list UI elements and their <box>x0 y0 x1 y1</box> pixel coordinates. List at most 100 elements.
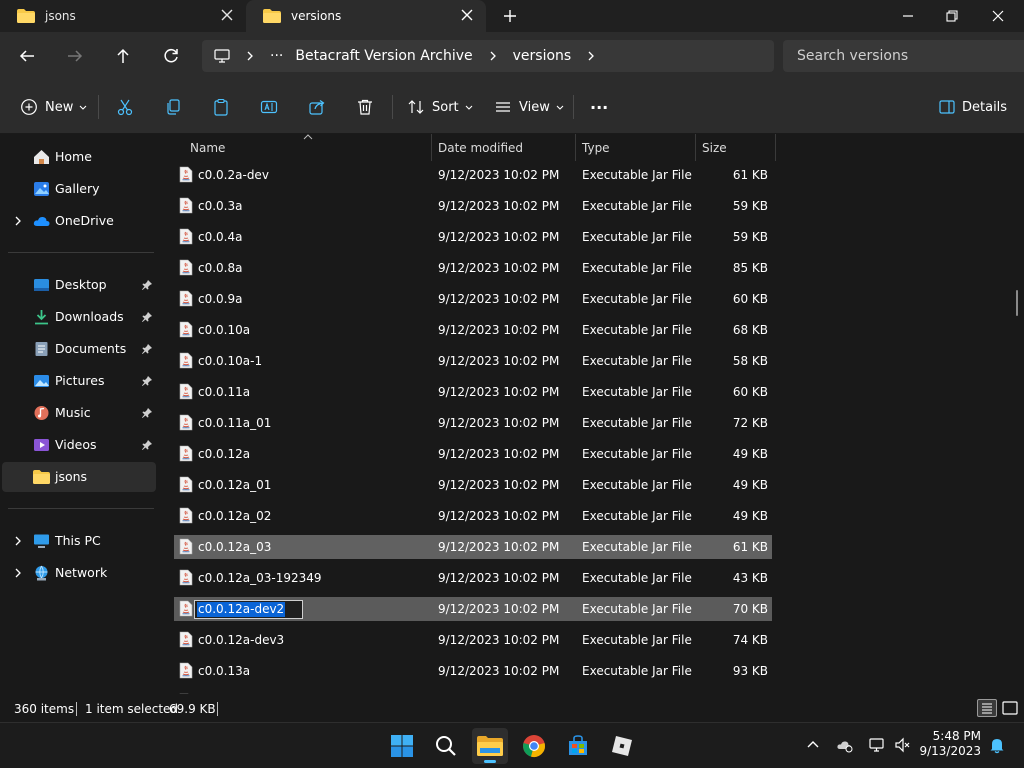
chevron-right-icon[interactable] <box>244 50 256 62</box>
sort-button[interactable]: Sort <box>407 95 474 119</box>
tiles-view-icon[interactable] <box>1001 699 1019 717</box>
file-row[interactable]: c0.0.12a_03 9/12/2023 10:02 PM Executable … <box>174 535 772 559</box>
search-button[interactable] <box>428 728 464 764</box>
restore-icon[interactable] <box>942 6 962 26</box>
pin-icon[interactable] <box>141 343 153 355</box>
file-row[interactable]: c0.0.13a 9/12/2023 10:02 PM Executable Jar… <box>174 659 772 683</box>
copy-button[interactable] <box>164 95 182 119</box>
taskbar-roblox[interactable] <box>604 728 640 764</box>
nav-item-onedrive[interactable]: OneDrive <box>2 206 156 236</box>
back-arrow-icon[interactable] <box>15 44 39 68</box>
details-button[interactable]: Details <box>939 95 1007 119</box>
close-window-icon[interactable] <box>988 6 1008 26</box>
pin-icon[interactable] <box>141 311 153 323</box>
file-row[interactable]: c0.0.11a 9/12/2023 10:02 PM Executable Jar… <box>174 380 772 404</box>
scrollbar-thumb[interactable] <box>1016 290 1018 316</box>
file-row[interactable]: c0.0.2a-dev 9/12/2023 10:02 PM Executable … <box>174 163 772 187</box>
pin-icon[interactable] <box>141 375 153 387</box>
network-tray-icon[interactable] <box>868 736 886 754</box>
notification-bell-icon[interactable] <box>988 736 1006 754</box>
address-row: ··· Betacraft Version Archive versions S… <box>0 32 1024 80</box>
more-options-button[interactable]: ··· <box>590 95 608 119</box>
chevron-right-icon[interactable] <box>585 50 597 62</box>
chevron-up-icon[interactable] <box>804 736 822 754</box>
cut-button[interactable] <box>116 95 134 119</box>
nav-item-videos[interactable]: Videos <box>2 430 156 460</box>
file-row[interactable]: c0.0.12a_03-192349 9/12/2023 10:02 PM Exec… <box>174 566 772 590</box>
file-date: 9/12/2023 10:02 PM <box>438 168 560 182</box>
tab-jsons[interactable]: jsons <box>0 0 246 32</box>
details-view-icon[interactable] <box>977 699 997 717</box>
start-button[interactable] <box>384 728 420 764</box>
column-header-type[interactable]: Type <box>576 134 696 161</box>
refresh-icon[interactable] <box>159 44 183 68</box>
file-date: 9/12/2023 10:02 PM <box>438 230 560 244</box>
nav-item-this-pc[interactable]: This PC <box>2 526 156 556</box>
taskbar-store[interactable] <box>560 728 596 764</box>
forward-arrow-icon[interactable] <box>63 44 87 68</box>
taskbar-file-explorer[interactable] <box>472 728 508 764</box>
chevron-right-icon[interactable] <box>12 215 24 227</box>
delete-button[interactable] <box>356 95 374 119</box>
new-button[interactable]: New <box>20 95 88 119</box>
close-tab-icon[interactable] <box>460 8 474 22</box>
pin-icon[interactable] <box>141 439 153 451</box>
chevron-right-icon[interactable] <box>487 50 499 62</box>
file-row[interactable]: c0.0.10a-1 9/12/2023 10:02 PM Executable J… <box>174 349 772 373</box>
up-arrow-icon[interactable] <box>111 44 135 68</box>
rename-button[interactable] <box>260 95 278 119</box>
file-row[interactable]: c0.0.9a 9/12/2023 10:02 PM Executable Jar … <box>174 287 772 311</box>
sort-icon <box>408 100 424 114</box>
breadcrumb-versions[interactable]: versions <box>513 48 572 64</box>
system-clock[interactable]: 5:48 PM 9/13/2023 <box>919 729 981 759</box>
nav-item-downloads[interactable]: Downloads <box>2 302 156 332</box>
file-list: Name Date modified Type Size c0.0.2a-dev… <box>160 134 1024 694</box>
nav-item-pictures[interactable]: Pictures <box>2 366 156 396</box>
file-row[interactable]: c0.0.12a-dev2 9/12/2023 10:02 PM Executabl… <box>174 597 772 621</box>
pin-icon[interactable] <box>141 279 153 291</box>
address-bar[interactable]: ··· Betacraft Version Archive versions <box>202 40 774 72</box>
file-row[interactable]: c0.0.11a_01 9/12/2023 10:02 PM Executable … <box>174 411 772 435</box>
file-row[interactable]: c0.0.10a 9/12/2023 10:02 PM Executable Jar… <box>174 318 772 342</box>
search-input[interactable]: Search versions <box>783 40 1024 72</box>
minimize-icon[interactable] <box>898 6 918 26</box>
java-jar-icon <box>179 321 193 338</box>
file-row[interactable]: c0.0.12a_01 9/12/2023 10:02 PM Executable … <box>174 473 772 497</box>
chevron-right-icon[interactable] <box>12 535 24 547</box>
cloud-icon <box>33 213 50 229</box>
file-row[interactable]: c0.0.3a 9/12/2023 10:02 PM Executable Jar … <box>174 194 772 218</box>
nav-item-network[interactable]: Network <box>2 558 156 588</box>
file-size: 85 KB <box>732 261 768 275</box>
pin-icon[interactable] <box>141 407 153 419</box>
volume-muted-icon[interactable] <box>894 736 912 754</box>
share-button[interactable] <box>308 95 326 119</box>
nav-item-desktop[interactable]: Desktop <box>2 270 156 300</box>
chevron-down-icon <box>465 105 473 110</box>
file-row[interactable]: c0.0.12a-dev3 9/12/2023 10:02 PM Executabl… <box>174 628 772 652</box>
paste-button[interactable] <box>212 95 230 119</box>
new-tab-icon[interactable] <box>500 6 520 26</box>
column-header-name[interactable]: Name <box>184 134 432 161</box>
breadcrumb-overflow[interactable]: ··· <box>270 48 283 64</box>
tab-versions[interactable]: versions <box>246 0 486 32</box>
nav-item-documents[interactable]: Documents <box>2 334 156 364</box>
file-row[interactable]: c0.0.12a 9/12/2023 10:02 PM Executable Jar… <box>174 442 772 466</box>
nav-item-home[interactable]: Home <box>2 142 156 172</box>
close-tab-icon[interactable] <box>220 8 234 22</box>
nav-item-jsons[interactable]: jsons <box>2 462 156 492</box>
column-header-date[interactable]: Date modified <box>432 134 576 161</box>
nav-item-music[interactable]: Music <box>2 398 156 428</box>
onedrive-tray-icon[interactable] <box>836 736 854 754</box>
pictures-icon <box>33 373 50 389</box>
file-size: 93 KB <box>732 664 768 678</box>
view-button[interactable]: View <box>494 95 565 119</box>
taskbar-chrome[interactable] <box>516 728 552 764</box>
chevron-right-icon[interactable] <box>12 567 24 579</box>
breadcrumb-betacraft[interactable]: Betacraft Version Archive <box>295 48 472 64</box>
rename-input[interactable]: c0.0.12a-dev2 <box>194 600 303 619</box>
file-row[interactable]: c0.0.8a 9/12/2023 10:02 PM Executable Jar … <box>174 256 772 280</box>
file-row[interactable]: c0.0.4a 9/12/2023 10:02 PM Executable Jar … <box>174 225 772 249</box>
nav-item-gallery[interactable]: Gallery <box>2 174 156 204</box>
file-row[interactable]: c0.0.12a_02 9/12/2023 10:02 PM Executable … <box>174 504 772 528</box>
column-header-size[interactable]: Size <box>696 134 776 161</box>
